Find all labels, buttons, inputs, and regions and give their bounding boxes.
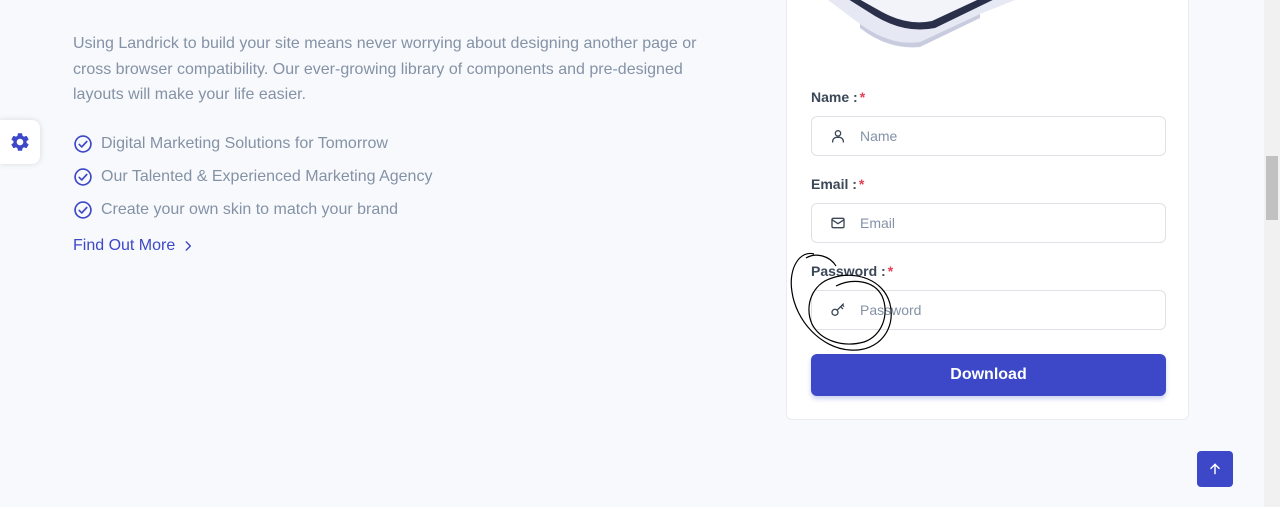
key-icon xyxy=(830,302,846,318)
email-field[interactable] xyxy=(811,203,1166,243)
feature-label: Our Talented & Experienced Marketing Age… xyxy=(101,167,433,185)
gear-icon xyxy=(9,131,31,153)
feature-item: Create your own skin to match your brand xyxy=(73,193,432,226)
name-field[interactable] xyxy=(811,116,1166,156)
check-circle-icon xyxy=(73,200,93,220)
page-scrollbar[interactable] xyxy=(1264,0,1280,507)
required-mark: * xyxy=(858,176,865,192)
feature-label: Digital Marketing Solutions for Tomorrow xyxy=(101,134,388,152)
arrow-up-icon xyxy=(1208,462,1222,476)
user-icon xyxy=(830,128,846,144)
name-input[interactable] xyxy=(860,128,1140,144)
check-circle-icon xyxy=(73,167,93,187)
password-field[interactable] xyxy=(811,290,1166,330)
settings-toggle-button[interactable] xyxy=(0,120,40,164)
page: Using Landrick to build your site means … xyxy=(0,0,1280,507)
check-circle-icon xyxy=(73,134,93,154)
name-label: Name : * xyxy=(811,89,866,105)
required-mark: * xyxy=(859,89,866,105)
email-label: Email : * xyxy=(811,176,865,192)
feature-label: Create your own skin to match your brand xyxy=(101,200,399,218)
find-out-more-label: Find Out More xyxy=(73,237,176,254)
chevron-right-icon xyxy=(181,239,195,253)
required-mark: * xyxy=(887,263,894,279)
back-to-top-button[interactable] xyxy=(1197,451,1233,487)
feature-list: Digital Marketing Solutions for Tomorrow… xyxy=(73,127,432,226)
find-out-more-link[interactable]: Find Out More xyxy=(73,237,195,255)
password-input[interactable] xyxy=(860,302,1140,318)
feature-item: Digital Marketing Solutions for Tomorrow xyxy=(73,127,432,160)
mail-icon xyxy=(830,215,846,231)
feature-item: Our Talented & Experienced Marketing Age… xyxy=(73,160,432,193)
phone-illustration xyxy=(828,0,1015,48)
intro-paragraph: Using Landrick to build your site means … xyxy=(73,35,697,103)
password-label: Password : * xyxy=(811,263,894,279)
email-input[interactable] xyxy=(860,215,1140,231)
scrollbar-thumb[interactable] xyxy=(1266,156,1278,220)
download-button[interactable]: Download xyxy=(811,354,1166,396)
